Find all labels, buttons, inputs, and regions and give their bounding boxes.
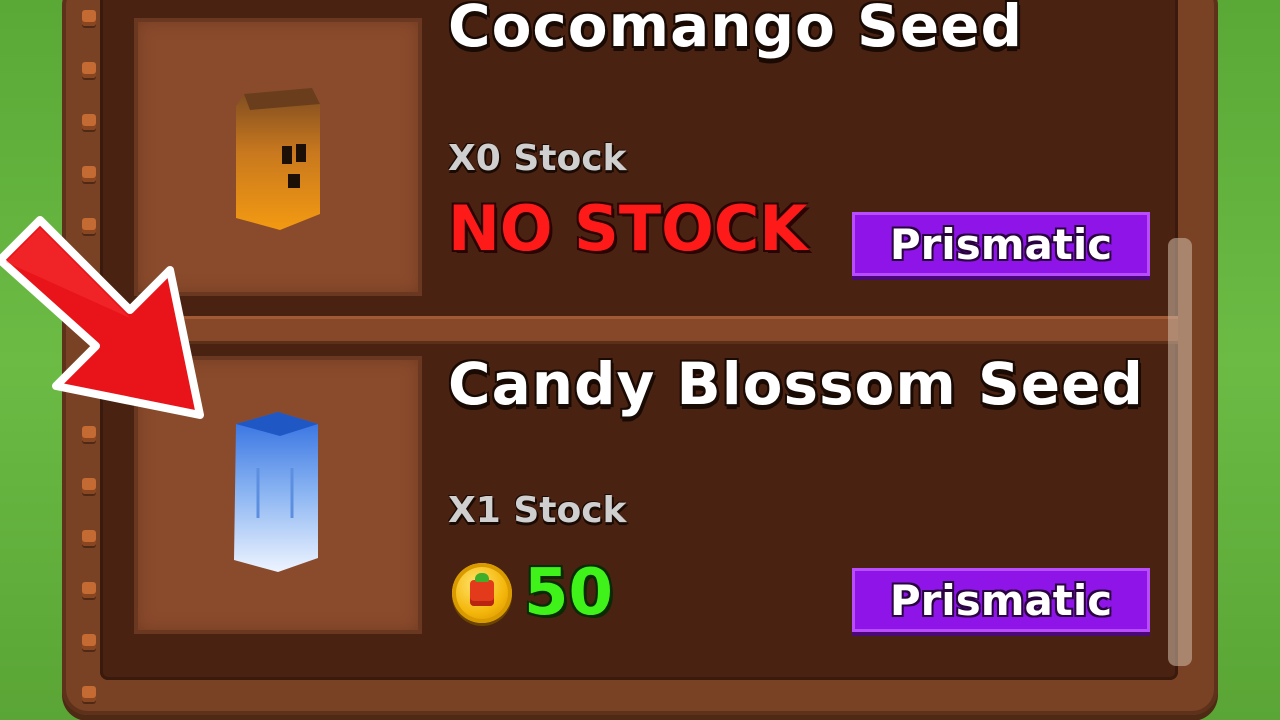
frame-stud [82, 166, 96, 182]
candy-blossom-seed-pack-icon [234, 412, 318, 572]
frame-stud [82, 530, 96, 546]
frame-stud [82, 686, 96, 702]
shop-frame: Cocomango Seed X0 Stock NO STOCK Prismat… [62, 0, 1218, 715]
frame-stud [82, 582, 96, 598]
sheckle-coin-icon [452, 563, 512, 623]
frame-stud [82, 62, 96, 78]
rarity-badge: Prismatic [852, 568, 1150, 632]
frame-stud [82, 114, 96, 130]
item-price: 50 [452, 556, 613, 630]
item-name: Candy Blossom Seed [448, 350, 1144, 418]
frame-stud [82, 10, 96, 26]
item-stock: X0 Stock [448, 138, 627, 179]
no-stock-label: NO STOCK [448, 192, 808, 265]
frame-stud [82, 478, 96, 494]
item-name: Cocomango Seed [448, 0, 1024, 60]
item-stock: X1 Stock [448, 490, 627, 531]
row-divider [100, 316, 1178, 344]
shop-item[interactable]: Candy Blossom Seed X1 Stock 50 Prismatic [100, 344, 1178, 680]
price-value: 50 [524, 556, 614, 630]
frame-stud [82, 634, 96, 650]
shop-item[interactable]: Cocomango Seed X0 Stock NO STOCK Prismat… [100, 0, 1178, 316]
scrollbar[interactable] [1168, 238, 1192, 666]
cocomango-seed-pack-icon [236, 88, 320, 230]
shop-list: Cocomango Seed X0 Stock NO STOCK Prismat… [100, 0, 1178, 680]
red-pointer-arrow-icon [0, 216, 204, 419]
rarity-badge: Prismatic [852, 212, 1150, 276]
